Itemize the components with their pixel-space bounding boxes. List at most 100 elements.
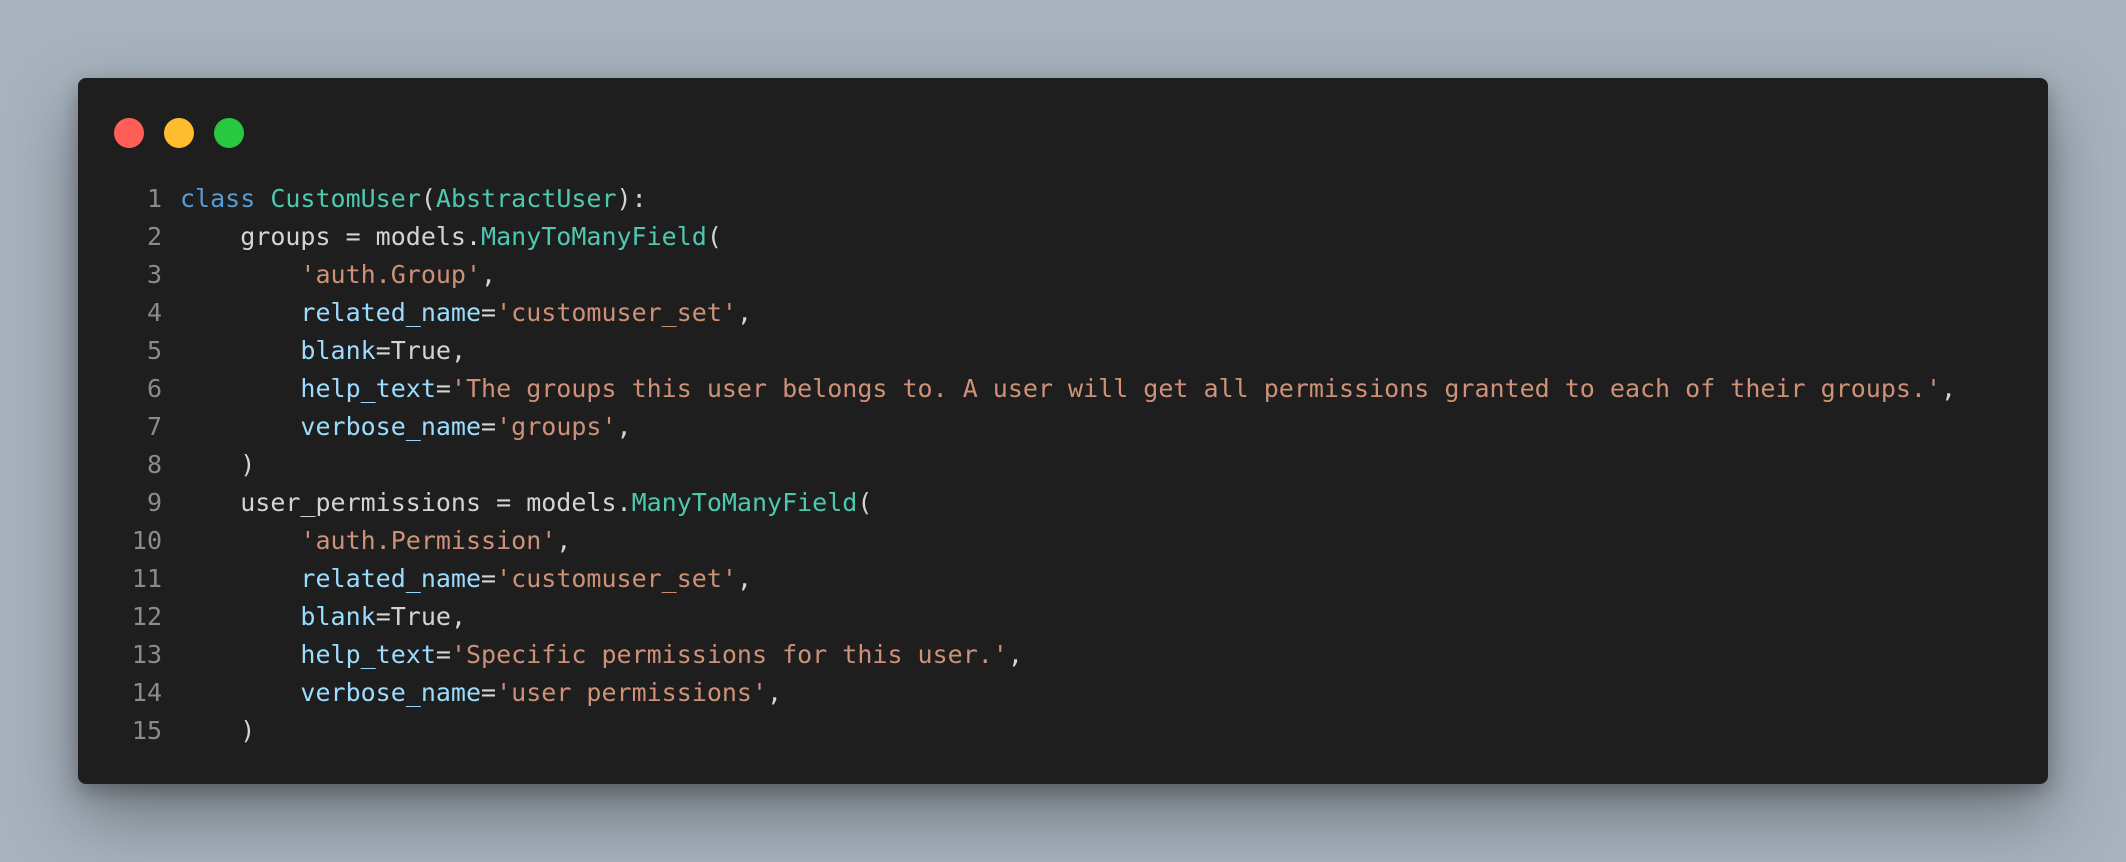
line-number: 2	[146, 222, 162, 251]
code-token: =	[481, 678, 497, 707]
code-text: help_text='Specific permissions for this…	[180, 636, 1023, 674]
maximize-window-button[interactable]	[214, 118, 244, 148]
code-text: verbose_name='groups',	[180, 408, 632, 446]
line-number: 10	[131, 526, 162, 555]
code-token: user_permissions = models.	[240, 488, 632, 517]
code-token: AbstractUser	[435, 184, 617, 213]
code-token: )	[240, 450, 256, 479]
code-token: 'The groups this user belongs to. A user…	[450, 374, 1942, 403]
code-token: =	[435, 374, 451, 403]
code-token: ,	[767, 678, 783, 707]
code-line: 14 verbose_name='user permissions',	[78, 674, 2048, 712]
code-token: blank	[300, 602, 376, 631]
code-text: related_name='customuser_set',	[180, 294, 752, 332]
code-text: blank=True,	[180, 598, 466, 636]
code-token: blank	[300, 336, 376, 365]
code-line: 12 blank=True,	[78, 598, 2048, 636]
code-token: (	[857, 488, 873, 517]
code-token: verbose_name	[300, 678, 482, 707]
code-token: related_name	[300, 298, 482, 327]
code-line: 6 help_text='The groups this user belong…	[78, 370, 2048, 408]
code-line: 10 'auth.Permission',	[78, 522, 2048, 560]
code-token: =	[481, 298, 497, 327]
code-line: 13 help_text='Specific permissions for t…	[78, 636, 2048, 674]
code-text: user_permissions = models.ManyToManyFiel…	[180, 484, 872, 522]
code-token: 'Specific permissions for this user.'	[450, 640, 1008, 669]
code-token: class	[180, 184, 256, 213]
code-token: 'user permissions'	[496, 678, 768, 707]
code-text: 'auth.Permission',	[180, 522, 571, 560]
code-text: help_text='The groups this user belongs …	[180, 370, 1956, 408]
code-token: CustomUser	[270, 184, 421, 213]
code-line: 5 blank=True,	[78, 332, 2048, 370]
code-line: 8 )	[78, 446, 2048, 484]
line-number: 9	[146, 488, 162, 517]
code-text: groups = models.ManyToManyField(	[180, 218, 722, 256]
code-token: ,	[1007, 640, 1023, 669]
code-text: blank=True,	[180, 332, 466, 370]
code-line: 9 user_permissions = models.ManyToManyFi…	[78, 484, 2048, 522]
code-token: ManyToManyField	[631, 488, 858, 517]
code-text: 'auth.Group',	[180, 256, 496, 294]
code-line: 15 )	[78, 712, 2048, 750]
line-number: 12	[131, 602, 162, 631]
code-token: 'auth.Permission'	[300, 526, 557, 555]
line-number: 3	[146, 260, 162, 289]
code-token: =	[435, 640, 451, 669]
code-line: 11 related_name='customuser_set',	[78, 560, 2048, 598]
code-token: 'groups'	[496, 412, 617, 441]
code-line: 3 'auth.Group',	[78, 256, 2048, 294]
code-token: 'customuser_set'	[496, 564, 737, 593]
code-line: 4 related_name='customuser_set',	[78, 294, 2048, 332]
code-line: 1 class CustomUser(AbstractUser):	[78, 180, 2048, 218]
code-line: 7 verbose_name='groups',	[78, 408, 2048, 446]
code-token: ,	[616, 412, 632, 441]
code-block: 1 class CustomUser(AbstractUser): 2 groups…	[78, 180, 2048, 750]
line-number: 6	[146, 374, 162, 403]
line-number: 1	[146, 184, 162, 213]
line-number: 5	[146, 336, 162, 365]
code-text: related_name='customuser_set',	[180, 560, 752, 598]
code-text: )	[180, 712, 255, 750]
code-token: =	[481, 412, 497, 441]
line-number: 7	[146, 412, 162, 441]
code-token: ,	[736, 298, 752, 327]
code-token: 'auth.Group'	[300, 260, 482, 289]
line-number: 13	[131, 640, 162, 669]
code-token: ):	[616, 184, 647, 213]
code-token: (	[706, 222, 722, 251]
code-text: verbose_name='user permissions',	[180, 674, 782, 712]
code-token: )	[240, 716, 256, 745]
code-token: groups = models.	[240, 222, 482, 251]
code-token: verbose_name	[300, 412, 482, 441]
code-token: help_text	[300, 640, 436, 669]
code-token: ,	[481, 260, 497, 289]
code-token: =	[481, 564, 497, 593]
line-number: 14	[131, 678, 162, 707]
close-window-button[interactable]	[114, 118, 144, 148]
line-number: 15	[131, 716, 162, 745]
code-token: (	[420, 184, 436, 213]
code-token: help_text	[300, 374, 436, 403]
code-token: ,	[1941, 374, 1957, 403]
code-token: =True,	[375, 336, 466, 365]
code-text: class CustomUser(AbstractUser):	[180, 180, 647, 218]
code-token: ,	[556, 526, 572, 555]
line-number: 11	[131, 564, 162, 593]
code-token: 'customuser_set'	[496, 298, 737, 327]
minimize-window-button[interactable]	[164, 118, 194, 148]
code-token: ManyToManyField	[481, 222, 707, 251]
code-token: ,	[736, 564, 752, 593]
